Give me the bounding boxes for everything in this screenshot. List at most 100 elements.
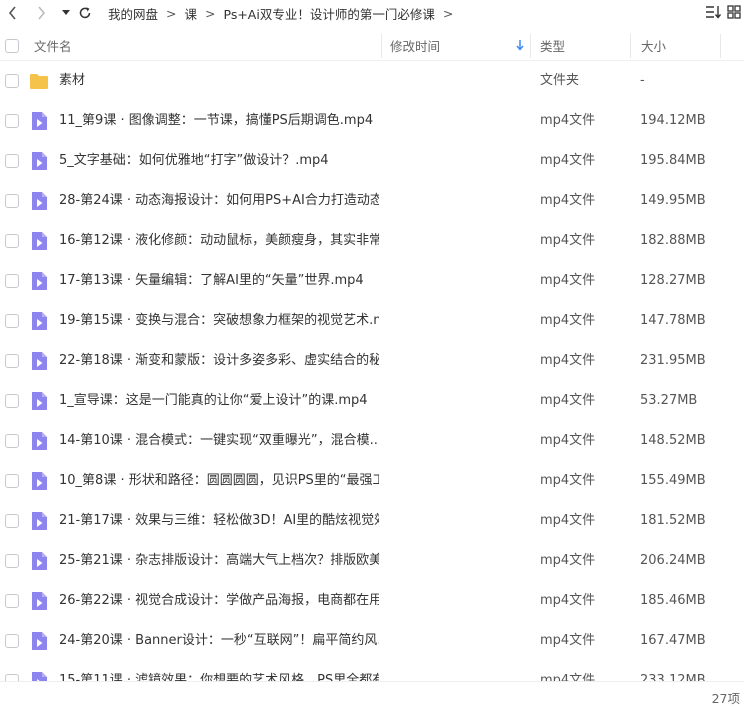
row-checkbox[interactable] bbox=[5, 234, 19, 248]
file-name[interactable]: 28-第24课 · 动态海报设计：如何用PS+AI合力打造动态... bbox=[59, 181, 379, 221]
row-checkbox[interactable] bbox=[5, 194, 19, 208]
file-name[interactable]: 10_第8课 · 形状和路径：圆圆圆圆，见识PS里的“最强工... bbox=[59, 461, 379, 501]
file-type: mp4文件 bbox=[540, 233, 596, 248]
video-file-icon bbox=[32, 672, 47, 681]
file-size: 147.78MB bbox=[640, 313, 706, 328]
grid-view-icon bbox=[727, 5, 741, 19]
file-type: mp4文件 bbox=[540, 473, 596, 488]
sort-button[interactable] bbox=[704, 3, 722, 21]
row-checkbox[interactable] bbox=[5, 354, 19, 368]
video-file-icon bbox=[32, 552, 47, 570]
file-size: 149.95MB bbox=[640, 193, 706, 208]
file-type: mp4文件 bbox=[540, 553, 596, 568]
file-name[interactable]: 22-第18课 · 渐变和蒙版：设计多姿多彩、虚实结合的秘... bbox=[59, 341, 379, 381]
file-size: 148.52MB bbox=[640, 433, 706, 448]
row-checkbox[interactable] bbox=[5, 274, 19, 288]
row-checkbox[interactable] bbox=[5, 514, 19, 528]
file-row[interactable]: 28-第24课 · 动态海报设计：如何用PS+AI合力打造动态... mp4文件 1… bbox=[0, 181, 744, 221]
column-divider[interactable] bbox=[720, 34, 721, 58]
select-all-cell bbox=[5, 30, 19, 61]
file-row[interactable]: 19-第15课 · 变换与混合：突破想象力框架的视觉艺术.mp4 mp4文件 147… bbox=[0, 301, 744, 341]
file-type: mp4文件 bbox=[540, 513, 596, 528]
column-size-header[interactable]: 大小 bbox=[641, 30, 666, 61]
file-name[interactable]: 19-第15课 · 变换与混合：突破想象力框架的视觉艺术.mp4 bbox=[59, 301, 379, 341]
file-name[interactable]: 1_宣导课：这是一门能真的让你“爱上设计”的课.mp4 bbox=[59, 381, 379, 421]
row-checkbox[interactable] bbox=[5, 474, 19, 488]
file-size: 233.12MB bbox=[640, 673, 706, 681]
chevron-left-icon bbox=[8, 6, 16, 20]
file-name[interactable]: 21-第17课 · 效果与三维：轻松做3D！AI里的酷炫视觉效... bbox=[59, 501, 379, 541]
file-name[interactable]: 17-第13课 · 矢量编辑：了解AI里的“矢量”世界.mp4 bbox=[59, 261, 379, 301]
file-name[interactable]: 25-第21课 · 杂志排版设计：高端大气上档次？排版欧美... bbox=[59, 541, 379, 581]
row-checkbox[interactable] bbox=[5, 394, 19, 408]
video-file-icon bbox=[32, 112, 47, 130]
file-type: mp4文件 bbox=[540, 673, 596, 681]
breadcrumb-separator: > bbox=[442, 5, 454, 21]
breadcrumb: 我的网盘 > 课 > Ps+Ai双专业！设计师的第一门必修课 > bbox=[108, 4, 461, 23]
caret-down-icon bbox=[62, 10, 70, 15]
file-row[interactable]: 10_第8课 · 形状和路径：圆圆圆圆，见识PS里的“最强工... mp4文件 15… bbox=[0, 461, 744, 501]
file-size: 206.24MB bbox=[640, 553, 706, 568]
file-row[interactable]: 22-第18课 · 渐变和蒙版：设计多姿多彩、虚实结合的秘... mp4文件 231… bbox=[0, 341, 744, 381]
file-type: 文件夹 bbox=[540, 73, 580, 88]
refresh-button[interactable] bbox=[76, 2, 94, 24]
column-divider[interactable] bbox=[630, 34, 631, 58]
file-type: mp4文件 bbox=[540, 433, 596, 448]
column-modified-header[interactable]: 修改时间 bbox=[390, 30, 530, 61]
row-checkbox[interactable] bbox=[5, 594, 19, 608]
row-checkbox[interactable] bbox=[5, 634, 19, 648]
file-row[interactable]: 15-第11课 · 滤镜效果：你想要的艺术风格，PS里全都有... mp4文件 23… bbox=[0, 661, 744, 681]
column-divider[interactable] bbox=[530, 34, 531, 58]
file-type: mp4文件 bbox=[540, 153, 596, 168]
breadcrumb-item-current-folder[interactable]: Ps+Ai双专业！设计师的第一门必修课 bbox=[224, 4, 435, 23]
file-type: mp4文件 bbox=[540, 113, 596, 128]
file-name[interactable]: 14-第10课 · 混合模式：一键实现“双重曝光”，混合模... bbox=[59, 421, 379, 461]
video-file-icon bbox=[32, 592, 47, 610]
file-size: 182.88MB bbox=[640, 233, 706, 248]
file-row[interactable]: 14-第10课 · 混合模式：一键实现“双重曝光”，混合模... mp4文件 148… bbox=[0, 421, 744, 461]
file-name[interactable]: 5_文字基础：如何优雅地“打字”做设计？.mp4 bbox=[59, 141, 379, 181]
row-checkbox[interactable] bbox=[5, 154, 19, 168]
file-name[interactable]: 24-第20课 · Banner设计：一秒“互联网”！扁平简约风... bbox=[59, 621, 379, 661]
column-divider[interactable] bbox=[381, 34, 382, 58]
file-size: 167.47MB bbox=[640, 633, 706, 648]
file-row[interactable]: 25-第21课 · 杂志排版设计：高端大气上档次？排版欧美... mp4文件 206… bbox=[0, 541, 744, 581]
file-name[interactable]: 11_第9课 · 图像调整：一节课，搞懂PS后期调色.mp4 bbox=[59, 101, 379, 141]
select-all-checkbox[interactable] bbox=[5, 38, 19, 53]
file-name[interactable]: 素材 bbox=[59, 61, 379, 101]
breadcrumb-item-my-drive[interactable]: 我的网盘 bbox=[108, 4, 158, 23]
column-name-header[interactable]: 文件名 bbox=[34, 30, 72, 61]
row-checkbox[interactable] bbox=[5, 554, 19, 568]
forward-button[interactable] bbox=[32, 2, 50, 24]
file-row[interactable]: 26-第22课 · 视觉合成设计：学做产品海报，电商都在用... mp4文件 185… bbox=[0, 581, 744, 621]
row-checkbox[interactable] bbox=[5, 314, 19, 328]
refresh-icon bbox=[79, 7, 91, 19]
file-row[interactable]: 11_第9课 · 图像调整：一节课，搞懂PS后期调色.mp4 mp4文件 194.1… bbox=[0, 101, 744, 141]
file-type: mp4文件 bbox=[540, 313, 596, 328]
chevron-right-icon bbox=[38, 6, 46, 20]
file-row[interactable]: 素材 文件夹 - bbox=[0, 61, 744, 101]
history-dropdown-button[interactable] bbox=[60, 2, 72, 24]
file-row[interactable]: 21-第17课 · 效果与三维：轻松做3D！AI里的酷炫视觉效... mp4文件 1… bbox=[0, 501, 744, 541]
file-row[interactable]: 1_宣导课：这是一门能真的让你“爱上设计”的课.mp4 mp4文件 53.27MB bbox=[0, 381, 744, 421]
grid-view-button[interactable] bbox=[726, 3, 742, 21]
back-button[interactable] bbox=[4, 2, 22, 24]
file-row[interactable]: 17-第13课 · 矢量编辑：了解AI里的“矢量”世界.mp4 mp4文件 128.… bbox=[0, 261, 744, 301]
file-size: 155.49MB bbox=[640, 473, 706, 488]
file-size: 53.27MB bbox=[640, 393, 698, 408]
file-row[interactable]: 5_文字基础：如何优雅地“打字”做设计？.mp4 mp4文件 195.84MB bbox=[0, 141, 744, 181]
row-checkbox[interactable] bbox=[5, 74, 19, 88]
folder-icon bbox=[30, 74, 48, 89]
column-modified-label: 修改时间 bbox=[390, 39, 441, 54]
column-type-header[interactable]: 类型 bbox=[540, 30, 565, 61]
file-name[interactable]: 16-第12课 · 液化修颜：动动鼠标，美颜瘦身，其实非常... bbox=[59, 221, 379, 261]
file-name[interactable]: 26-第22课 · 视觉合成设计：学做产品海报，电商都在用... bbox=[59, 581, 379, 621]
file-row[interactable]: 16-第12课 · 液化修颜：动动鼠标，美颜瘦身，其实非常... mp4文件 182… bbox=[0, 221, 744, 261]
row-checkbox[interactable] bbox=[5, 114, 19, 128]
breadcrumb-item-course[interactable]: 课 bbox=[185, 4, 198, 23]
file-row[interactable]: 24-第20课 · Banner设计：一秒“互联网”！扁平简约风... mp4文件… bbox=[0, 621, 744, 661]
breadcrumb-separator: > bbox=[166, 5, 177, 21]
file-name[interactable]: 15-第11课 · 滤镜效果：你想要的艺术风格，PS里全都有... bbox=[59, 661, 379, 681]
row-checkbox[interactable] bbox=[5, 434, 19, 448]
row-checkbox[interactable] bbox=[5, 674, 19, 681]
